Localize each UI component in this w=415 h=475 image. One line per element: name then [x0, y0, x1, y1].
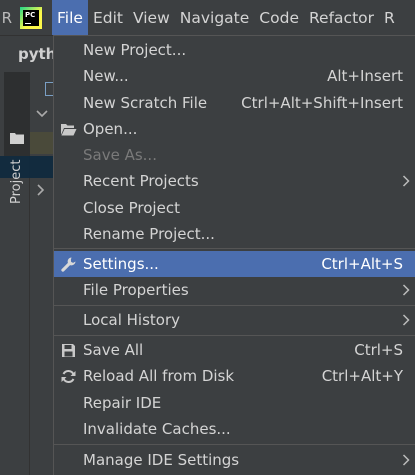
- menu-item-label: Invalidate Caches...: [83, 420, 231, 438]
- menu-item-new-project[interactable]: New Project...: [54, 37, 415, 63]
- save-icon: [62, 344, 75, 357]
- menu-item-label: Close Project: [83, 199, 180, 217]
- pycharm-logo-text: PC: [25, 11, 36, 19]
- menu-separator: [54, 305, 415, 306]
- menu-item-close-project[interactable]: Close Project: [54, 195, 415, 221]
- menu-item-label: New Scratch File: [83, 94, 208, 112]
- menu-item-label: Settings...: [83, 255, 159, 273]
- menu-item-new[interactable]: New... Alt+Insert: [54, 63, 415, 89]
- menu-separator: [54, 335, 415, 336]
- menu-item-shortcut: Ctrl+Alt+S: [321, 255, 403, 273]
- menu-item-label: Recent Projects: [83, 172, 199, 190]
- menu-code[interactable]: Code: [254, 0, 304, 35]
- submenu-arrow-icon: [402, 314, 410, 326]
- menu-item-label: Reload All from Disk: [83, 367, 235, 385]
- chevron-right-icon[interactable]: [37, 184, 45, 196]
- menu-item-shortcut: Alt+Insert: [327, 67, 403, 85]
- menu-item-reload-all[interactable]: Reload All from Disk Ctrl+Alt+Y: [54, 363, 415, 389]
- project-tool-label: Project: [9, 159, 24, 204]
- menu-item-save-all[interactable]: Save All Ctrl+S: [54, 337, 415, 363]
- menu-item-label: Save All: [83, 341, 144, 359]
- menu-run-fragment[interactable]: R: [379, 0, 400, 35]
- menu-item-label: Open...: [83, 120, 138, 138]
- menu-item-label: New Project...: [83, 41, 187, 59]
- menu-item-repair-ide[interactable]: Repair IDE: [54, 390, 415, 416]
- menu-separator: [54, 444, 415, 445]
- menu-item-recent-projects[interactable]: Recent Projects: [54, 168, 415, 194]
- submenu-arrow-icon: [402, 454, 410, 466]
- folder-icon: [10, 133, 24, 144]
- project-title: pyth: [0, 36, 60, 72]
- submenu-arrow-icon: [402, 284, 410, 296]
- menu-item-label: New...: [83, 67, 129, 85]
- chevron-down-icon[interactable]: [36, 110, 48, 118]
- menu-file[interactable]: File: [52, 0, 88, 35]
- menu-item-rename-project[interactable]: Rename Project...: [54, 221, 415, 247]
- menu-edge-fragment: R: [1, 8, 12, 27]
- menu-item-label: Save As...: [83, 146, 157, 164]
- wrench-icon: [61, 257, 76, 272]
- menu-item-save-as: Save As...: [54, 142, 415, 168]
- menu-item-new-scratch-file[interactable]: New Scratch File Ctrl+Alt+Shift+Insert: [54, 90, 415, 116]
- tree-row-highlight: [30, 132, 54, 154]
- menu-item-shortcut: Ctrl+Alt+Shift+Insert: [241, 94, 403, 112]
- menu-item-label: Repair IDE: [83, 394, 162, 412]
- menu-item-manage-ide-settings[interactable]: Manage IDE Settings: [54, 447, 415, 473]
- menu-item-label: Manage IDE Settings: [83, 451, 240, 469]
- menu-navigate[interactable]: Navigate: [175, 0, 255, 35]
- menu-item-local-history[interactable]: Local History: [54, 307, 415, 333]
- file-menu-dropdown: New Project... New... Alt+Insert New Scr…: [53, 35, 415, 475]
- open-folder-icon: [61, 124, 77, 136]
- menu-bar: R PC File Edit View Navigate Code Refact…: [0, 0, 415, 36]
- menu-item-label: File Properties: [83, 281, 189, 299]
- menu-item-settings[interactable]: Settings... Ctrl+Alt+S: [54, 251, 415, 277]
- reload-icon: [61, 370, 76, 383]
- pycharm-logo-icon[interactable]: PC: [20, 7, 42, 29]
- menu-edit[interactable]: Edit: [88, 0, 128, 35]
- menu-view[interactable]: View: [128, 0, 175, 35]
- submenu-arrow-icon: [402, 175, 410, 187]
- menu-item-shortcut: Ctrl+Alt+Y: [321, 367, 403, 385]
- menu-item-label: Local History: [83, 311, 181, 329]
- menu-item-file-properties[interactable]: File Properties: [54, 277, 415, 303]
- menu-item-label: Rename Project...: [83, 225, 215, 243]
- menu-item-shortcut: Ctrl+S: [354, 341, 403, 359]
- menu-item-invalidate-caches[interactable]: Invalidate Caches...: [54, 416, 415, 442]
- ide-window: R PC File Edit View Navigate Code Refact…: [0, 0, 415, 475]
- menu-separator: [54, 248, 415, 249]
- menu-item-open[interactable]: Open...: [54, 116, 415, 142]
- menu-refactor[interactable]: Refactor: [304, 0, 379, 35]
